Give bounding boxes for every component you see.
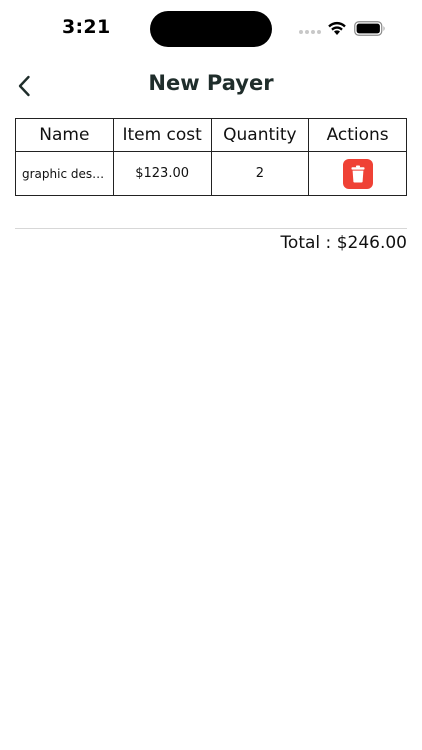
page-title: New Payer — [148, 71, 274, 95]
column-header-actions: Actions — [308, 118, 407, 152]
items-table: Name Item cost Quantity Actions graphic … — [15, 118, 407, 196]
dynamic-island — [150, 11, 272, 47]
cellular-signal-icon — [299, 30, 321, 34]
total-value: $246.00 — [336, 233, 407, 253]
status-time: 3:21 — [62, 16, 111, 38]
total-label: Total : — [280, 233, 337, 253]
total-summary: Total : $246.00 — [280, 233, 407, 253]
cell-quantity: 2 — [210, 151, 310, 196]
delete-item-button[interactable] — [342, 158, 373, 189]
item-name: graphic desi... — [22, 166, 107, 181]
cell-name: graphic desi... — [15, 151, 114, 196]
column-header-item-cost: Item cost — [112, 118, 212, 152]
divider — [15, 228, 407, 229]
status-bar: 3:21 — [0, 0, 422, 56]
column-header-name: Name — [15, 118, 114, 152]
cell-actions — [308, 151, 407, 196]
table-header-row: Name Item cost Quantity Actions — [15, 118, 407, 152]
table-row: graphic desi... $123.00 2 — [15, 151, 407, 196]
column-header-quantity: Quantity — [210, 118, 310, 152]
nav-header: New Payer — [0, 60, 422, 110]
battery-icon — [354, 21, 385, 36]
trash-icon — [351, 165, 365, 182]
wifi-icon — [328, 21, 346, 35]
cell-item-cost: $123.00 — [112, 151, 212, 196]
